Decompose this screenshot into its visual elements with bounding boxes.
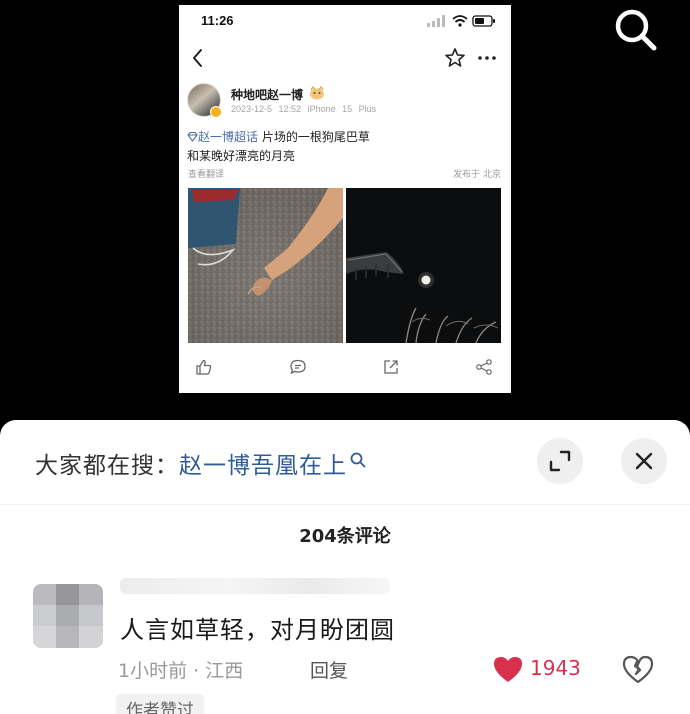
post-meta: 2023-12-5 12:52 iPhone 15 Plus	[231, 104, 376, 114]
post-text: 赵一博超话 片场的一根狗尾巴草 和某晚好漂亮的月亮	[187, 128, 505, 166]
comment-count: 204条评论	[299, 526, 391, 547]
comment-icon[interactable]	[289, 358, 307, 376]
author-emoji-badge	[310, 86, 324, 100]
commenter-avatar[interactable]	[33, 584, 103, 648]
grass-photo-image	[188, 188, 343, 343]
close-button[interactable]	[621, 438, 667, 484]
like-count: 1943	[530, 656, 581, 680]
back-icon[interactable]	[185, 45, 211, 71]
hot-search-term[interactable]: 赵一博吾凰在上	[179, 453, 347, 479]
expand-icon	[549, 450, 571, 472]
post-author-name[interactable]: 种地吧赵一博	[231, 86, 303, 103]
post-text-line1: 片场的一根狗尾巴草	[258, 130, 370, 144]
share-icon[interactable]	[475, 358, 493, 376]
blurred-username	[120, 578, 390, 594]
more-icon[interactable]	[475, 46, 499, 70]
post-device: iPhone 15 Plus	[307, 104, 377, 114]
heart-icon[interactable]	[492, 655, 524, 683]
search-button[interactable]	[608, 6, 664, 52]
repost-icon[interactable]	[382, 358, 400, 376]
magnifier-icon	[350, 452, 366, 468]
comment-time-location: 1小时前 · 江西	[118, 660, 244, 682]
translate-link[interactable]: 查看翻译	[188, 167, 224, 180]
moon-photo-image	[346, 188, 501, 343]
post-navbar	[179, 43, 511, 73]
comment-text: 人言如草轻，对月盼团圆	[120, 616, 395, 644]
post-text-line2: 和某晚好漂亮的月亮	[187, 149, 296, 163]
close-icon	[635, 452, 653, 470]
hot-search-label: 大家都在搜：	[35, 453, 179, 479]
like-icon[interactable]	[195, 358, 213, 376]
post-screenshot: 11:26 种地吧赵一博 2023-12-5 12:52 iPhone 15 P	[179, 5, 511, 393]
star-icon[interactable]	[443, 46, 467, 70]
status-icons	[427, 15, 495, 27]
broken-heart-icon[interactable]	[622, 654, 654, 684]
author-liked-badge: 作者赞过	[116, 694, 204, 714]
reply-button[interactable]: 回复	[310, 656, 348, 683]
hot-search-bar[interactable]: 大家都在搜：赵一博吾凰在上	[35, 446, 367, 480]
post-location: 发布于 北京	[453, 170, 501, 180]
expand-button[interactable]	[537, 438, 583, 484]
author-avatar[interactable]	[187, 83, 222, 118]
post-photo-moon[interactable]	[346, 188, 501, 343]
supertopic-label: 赵一博超话	[198, 130, 259, 144]
status-time: 11:26	[201, 13, 234, 28]
supertopic-icon	[187, 131, 198, 142]
search-icon	[615, 9, 657, 51]
comments-sheet: 大家都在搜：赵一博吾凰在上 204条评论 人言如草轻，对月盼团圆 1小时前 · …	[0, 420, 690, 714]
post-action-bar	[179, 355, 511, 379]
verified-badge	[210, 106, 222, 118]
post-date: 2023-12-5 12:52	[231, 104, 302, 114]
sheet-divider	[0, 504, 690, 505]
supertopic-link[interactable]: 赵一博超话	[187, 130, 258, 144]
post-photo-grass[interactable]	[188, 188, 343, 343]
